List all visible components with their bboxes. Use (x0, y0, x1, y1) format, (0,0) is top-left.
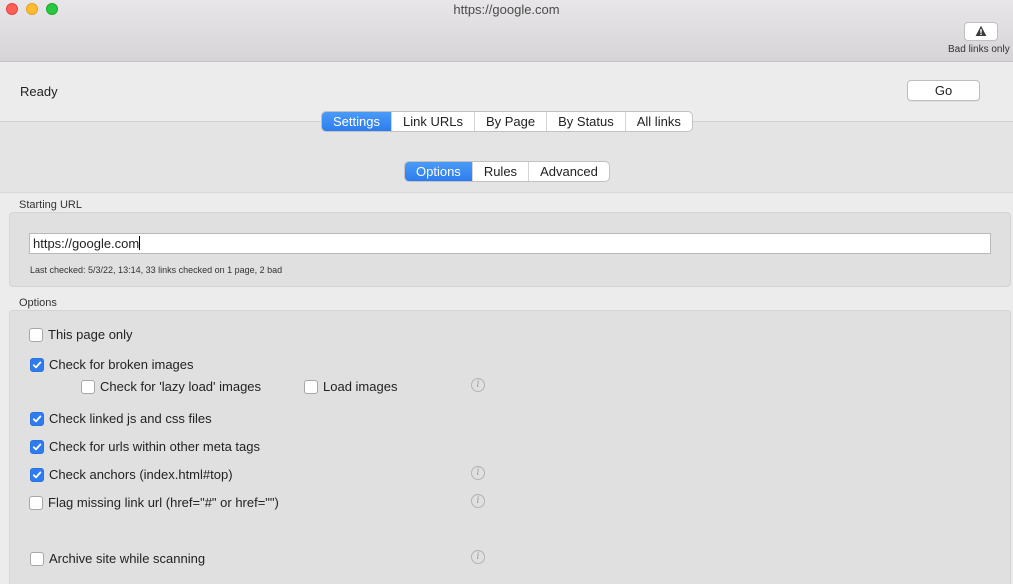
warning-icon (975, 25, 987, 36)
tab-settings[interactable]: Settings (322, 112, 392, 131)
checkmark-icon (32, 443, 42, 450)
main-tab-bar: Settings Link URLs By Page By Status All… (321, 111, 693, 132)
go-button[interactable]: Go (907, 80, 980, 101)
option-label: Load images (323, 379, 398, 394)
checkbox-checked[interactable] (30, 411, 44, 426)
flag-missing-url-option[interactable]: Flag missing link url (href="#" or href=… (29, 495, 279, 510)
checkbox-checked[interactable] (30, 467, 44, 482)
checkmark-icon (32, 415, 42, 422)
option-label: This page only (48, 327, 133, 342)
option-label: Check anchors (index.html#top) (49, 467, 233, 482)
options-label: Options (19, 297, 57, 309)
this-page-only-option[interactable]: This page only (29, 327, 133, 342)
option-label: Archive site while scanning (49, 551, 206, 566)
tab-all-links[interactable]: All links (626, 112, 692, 131)
text-caret (139, 236, 141, 250)
checkbox[interactable] (29, 327, 43, 342)
starting-url-input[interactable]: https://google.com (29, 233, 991, 254)
starting-url-label: Starting URL (19, 199, 82, 211)
window-title: https://google.com (453, 2, 560, 17)
tab-options[interactable]: Options (405, 162, 473, 181)
tab-rules[interactable]: Rules (473, 162, 530, 181)
starting-url-value: https://google.com (33, 236, 140, 251)
option-label: Check for broken images (49, 357, 194, 372)
option-label: Check for 'lazy load' images (100, 379, 262, 394)
check-js-css-option[interactable]: Check linked js and css files (30, 411, 212, 426)
checkmark-icon (32, 361, 42, 368)
info-icon[interactable]: i (471, 466, 485, 480)
title-bar: https://google.com Bad links only (0, 0, 1013, 62)
status-text: Ready (20, 84, 58, 99)
check-broken-images-option[interactable]: Check for broken images (30, 357, 194, 372)
checkbox[interactable] (29, 495, 43, 510)
option-label: Check linked js and css files (49, 411, 212, 426)
sub-tab-bar: Options Rules Advanced (404, 161, 610, 182)
checkbox[interactable] (81, 379, 95, 394)
divider (0, 192, 1013, 193)
check-meta-tags-option[interactable]: Check for urls within other meta tags (30, 439, 260, 454)
option-label: Flag missing link url (href="#" or href=… (48, 495, 279, 510)
lazy-load-images-option[interactable]: Check for 'lazy load' images (81, 379, 261, 394)
load-images-option[interactable]: Load images (304, 379, 397, 394)
checkbox[interactable] (30, 551, 44, 566)
option-label: Check for urls within other meta tags (49, 439, 260, 454)
info-icon[interactable]: i (471, 550, 485, 564)
archive-site-option[interactable]: Archive site while scanning (30, 551, 205, 566)
checkbox-checked[interactable] (30, 439, 44, 454)
last-checked-text: Last checked: 5/3/22, 13:14, 33 links ch… (30, 265, 283, 275)
info-icon[interactable]: i (471, 494, 485, 508)
info-icon[interactable]: i (471, 378, 485, 392)
bad-links-only-label: Bad links only (948, 44, 1010, 55)
tab-link-urls[interactable]: Link URLs (392, 112, 475, 131)
checkbox-checked[interactable] (30, 357, 44, 372)
checkbox[interactable] (304, 379, 318, 394)
tab-by-page[interactable]: By Page (475, 112, 548, 131)
bad-links-only-button[interactable] (964, 22, 998, 41)
checkmark-icon (32, 471, 42, 478)
check-anchors-option[interactable]: Check anchors (index.html#top) (30, 467, 233, 482)
tab-by-status[interactable]: By Status (547, 112, 626, 131)
tab-advanced[interactable]: Advanced (529, 162, 609, 181)
